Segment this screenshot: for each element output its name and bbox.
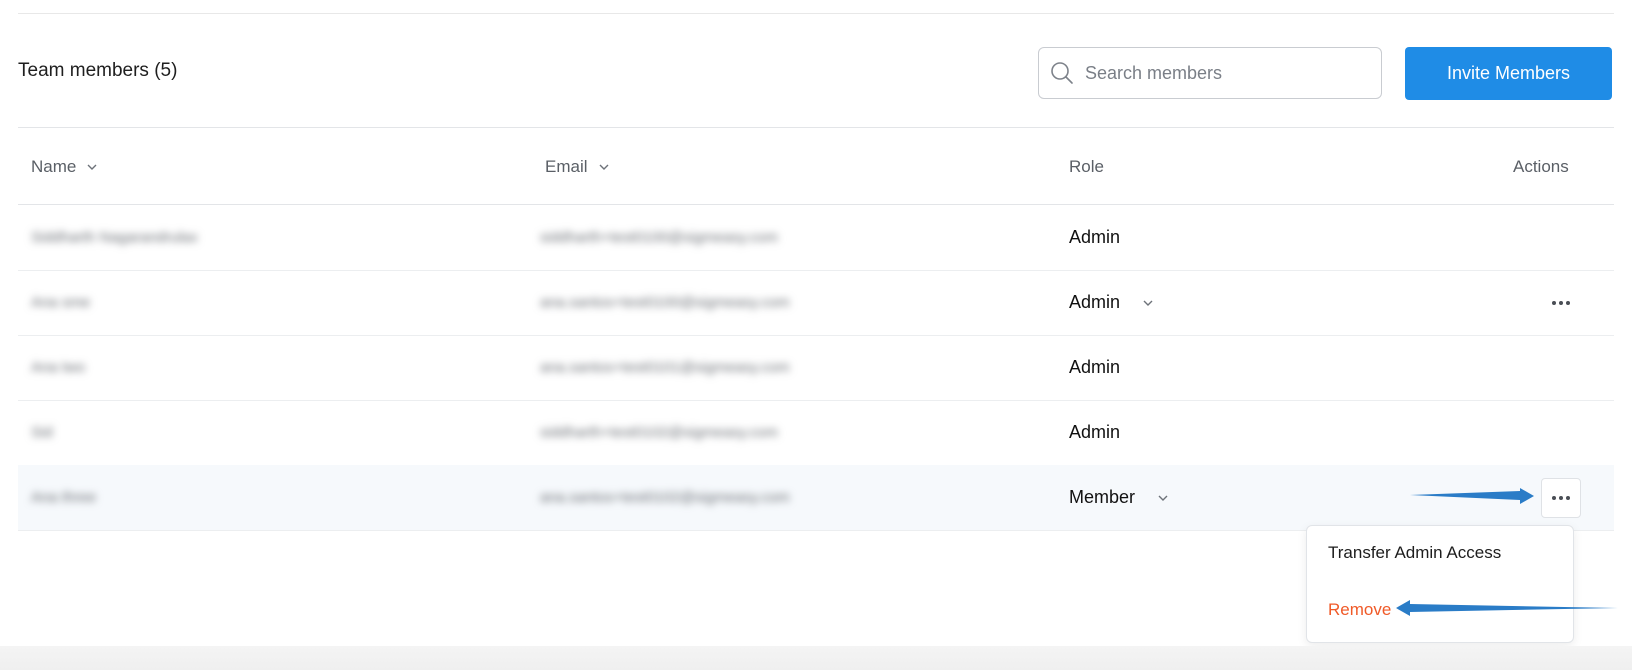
chevron-down-icon: [1158, 495, 1168, 501]
table-row[interactable]: Sid siddharth+test0102@sigmeasy.com Admi…: [18, 400, 1614, 466]
row-actions-button[interactable]: [1541, 283, 1581, 323]
column-header-role: Role: [1069, 157, 1104, 177]
more-horizontal-icon: [1552, 301, 1570, 305]
member-email-text: siddharth+test0102@sigmeasy.com: [540, 424, 778, 441]
chevron-down-icon: [87, 164, 97, 170]
menu-item-remove[interactable]: Remove: [1328, 600, 1391, 620]
member-email: siddharth+test0102@sigmeasy.com: [540, 400, 778, 465]
member-name: Siddharth Nagarandrulax: [31, 205, 198, 270]
role-value: Admin: [1069, 400, 1120, 465]
actions-menu: Transfer Admin Access Remove: [1306, 525, 1574, 643]
role-label: Member: [1069, 487, 1136, 507]
member-name: Ana three: [31, 465, 96, 530]
role-label: Admin: [1069, 227, 1121, 247]
member-email: ana.santos+test0100@sigmeasy.com: [540, 270, 790, 335]
column-header-email[interactable]: Email: [545, 157, 610, 177]
member-name-text: Ana sme: [31, 294, 91, 311]
annotation-arrow: [1396, 600, 1618, 616]
role-dropdown[interactable]: Admin: [1069, 270, 1154, 335]
table-row[interactable]: Ana two ana.santos+test0101@sigmeasy.com…: [18, 335, 1614, 401]
table-row[interactable]: Siddharth Nagarandrulax siddharth+test01…: [18, 205, 1614, 271]
column-header-label: Email: [545, 157, 588, 176]
top-divider: [18, 13, 1614, 14]
member-name-text: Siddharth Nagarandrulax: [31, 229, 198, 246]
role-label: Admin: [1069, 292, 1121, 312]
annotation-arrow: [1410, 488, 1534, 504]
member-email-text: siddharth+test0100@sigmeasy.com: [540, 229, 778, 246]
table-row[interactable]: Ana sme ana.santos+test0100@sigmeasy.com…: [18, 270, 1614, 336]
member-name: Ana sme: [31, 270, 90, 335]
column-header-label: Actions: [1513, 157, 1569, 176]
chevron-down-icon: [599, 164, 609, 170]
member-email: ana.santos+test0101@sigmeasy.com: [540, 335, 790, 400]
header-divider: [18, 127, 1614, 128]
invite-members-button[interactable]: Invite Members: [1405, 47, 1612, 100]
search-field[interactable]: [1038, 47, 1382, 99]
role-label: Admin: [1069, 422, 1121, 442]
member-email-text: ana.santos+test0102@sigmeasy.com: [540, 489, 790, 506]
more-horizontal-icon: [1552, 496, 1570, 500]
menu-item-transfer-admin-access[interactable]: Transfer Admin Access: [1328, 543, 1501, 563]
role-value: Admin: [1069, 205, 1120, 270]
member-name-text: Sid: [31, 424, 53, 441]
column-header-label: Role: [1069, 157, 1104, 176]
member-email-text: ana.santos+test0101@sigmeasy.com: [540, 359, 790, 376]
member-email-text: ana.santos+test0100@sigmeasy.com: [540, 294, 790, 311]
bottom-bar: [0, 646, 1632, 670]
column-header-actions: Actions: [1513, 157, 1569, 177]
member-name: Sid: [31, 400, 53, 465]
page-title: Team members (5): [18, 60, 178, 81]
role-dropdown[interactable]: Member: [1069, 465, 1169, 530]
role-value: Admin: [1069, 335, 1120, 400]
chevron-down-icon: [1143, 300, 1153, 306]
member-email: ana.santos+test0102@sigmeasy.com: [540, 465, 790, 530]
row-actions-button[interactable]: [1541, 478, 1581, 518]
member-name-text: Ana three: [31, 489, 97, 506]
search-input[interactable]: [1083, 61, 1367, 85]
column-header-name[interactable]: Name: [31, 157, 98, 177]
search-icon: [1051, 62, 1073, 84]
table-row[interactable]: Ana three ana.santos+test0102@sigmeasy.c…: [18, 465, 1614, 531]
member-email: siddharth+test0100@sigmeasy.com: [540, 205, 778, 270]
member-name-text: Ana two: [31, 359, 86, 376]
member-name: Ana two: [31, 335, 85, 400]
column-header-label: Name: [31, 157, 77, 176]
role-label: Admin: [1069, 357, 1121, 377]
